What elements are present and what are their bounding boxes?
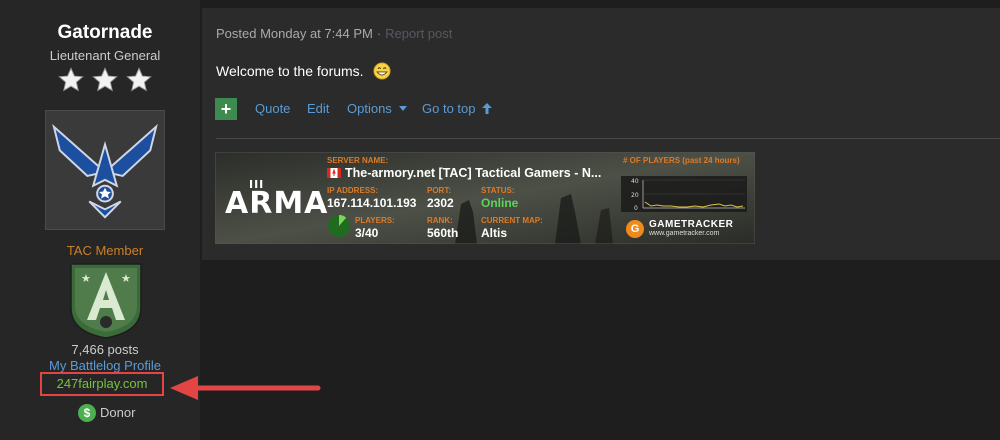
post-message: Welcome to the forums.: [216, 62, 392, 80]
map-value: Altis: [481, 226, 508, 240]
username[interactable]: Gatornade: [0, 22, 210, 44]
svg-text:★: ★: [121, 272, 131, 285]
fairplay-link[interactable]: 247fairplay.com: [40, 372, 164, 396]
players-graph: 40 20 0: [621, 176, 747, 212]
gametracker-name: GAMETRACKER: [649, 219, 734, 230]
graph-tick-20: 20: [631, 192, 639, 199]
ip-value: 167.114.101.193: [327, 196, 417, 210]
donor-label: Donor: [100, 405, 136, 420]
arma-logo-sup: III: [249, 178, 265, 191]
star-icon: [92, 67, 118, 92]
gametracker-logo: G GAMETRACKER www.gametracker.com: [625, 218, 751, 240]
battlelog-profile-link[interactable]: My Battlelog Profile: [0, 358, 210, 373]
arma-logo-text: ARMA: [225, 186, 329, 221]
options-label: Options: [347, 101, 392, 116]
server-name-label: SERVER NAME:: [327, 156, 389, 165]
user-sidebar: Gatornade Lieutenant General TAC Member …: [0, 0, 321, 440]
report-post-link[interactable]: Report post: [385, 26, 452, 41]
players-value: 3/40: [355, 226, 379, 240]
air-force-wings-icon: [52, 123, 158, 219]
gametracker-g-letter: G: [630, 223, 640, 235]
arrow-up-icon: [482, 103, 493, 114]
avatar[interactable]: [45, 110, 165, 230]
status-label: STATUS:: [481, 186, 515, 195]
post-message-text: Welcome to the forums.: [216, 63, 364, 79]
user-group: TAC Member: [66, 243, 144, 258]
caret-down-icon: [399, 106, 408, 111]
red-arrow-icon: [170, 376, 321, 400]
server-name: The-armory.net [TAC] Tactical Gamers - N…: [345, 166, 602, 180]
map-label: CURRENT MAP:: [481, 216, 543, 225]
gametracker-banner[interactable]: III ARMA SERVER NAME: The-armory.net [TA…: [215, 152, 755, 244]
svg-text:★: ★: [81, 272, 91, 285]
post-meta: Posted Monday at 7:44 PM · Report post: [216, 26, 452, 41]
post-count: 7,466 posts: [71, 342, 139, 357]
graph-tick-40: 40: [631, 178, 639, 185]
status-value: Online: [481, 196, 519, 210]
players-label: PLAYERS:: [355, 216, 395, 225]
port-value: 2302: [427, 196, 454, 210]
graph-title: # OF PLAYERS (past 24 hours): [623, 156, 740, 165]
arma-logo: III ARMA: [225, 178, 329, 221]
reputation-plus-button[interactable]: +: [215, 98, 237, 120]
edit-button[interactable]: Edit: [307, 101, 329, 116]
post-divider: [216, 138, 1000, 139]
port-label: PORT:: [427, 186, 451, 195]
go-to-top-button[interactable]: Go to top: [422, 101, 493, 116]
canada-flag-icon: [327, 168, 341, 178]
post-timestamp[interactable]: Posted Monday at 7:44 PM: [216, 26, 373, 41]
quote-button[interactable]: Quote: [255, 101, 290, 116]
meta-separator: ·: [376, 26, 382, 41]
rank-value: 560th: [427, 226, 459, 240]
rank-stars: [55, 66, 155, 96]
rank-label: RANK:: [427, 216, 453, 225]
star-icon: [126, 67, 152, 92]
user-rank: Lieutenant General: [49, 48, 161, 63]
graph-tick-0: 0: [634, 205, 638, 212]
gametracker-url: www.gametracker.com: [649, 230, 720, 237]
star-icon: [58, 67, 84, 92]
grin-emoji-icon: [373, 62, 392, 80]
options-button[interactable]: Options: [347, 101, 408, 116]
players-pie-icon: [328, 215, 350, 237]
tac-badge-icon: ★ ★: [67, 262, 145, 340]
go-to-top-label: Go to top: [422, 101, 476, 116]
ip-label: IP ADDRESS:: [327, 186, 379, 195]
dollar-icon: $: [78, 404, 96, 422]
post-panel: Posted Monday at 7:44 PM · Report post Wel…: [202, 8, 1000, 260]
